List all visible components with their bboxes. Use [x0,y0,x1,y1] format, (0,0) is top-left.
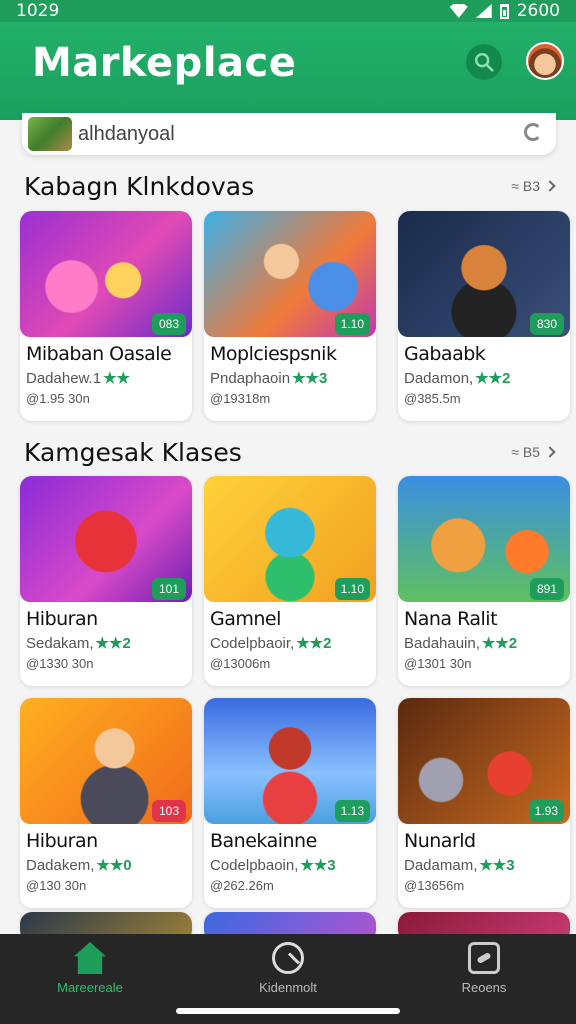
game-size: @13656m [404,878,465,893]
section-title: Kamgesak Klases [24,438,242,467]
game-size: @19318m [210,391,271,406]
game-publisher: Codelpbaoin, ★★3 [210,856,336,874]
game-card[interactable]: 083 Mibaban Oasale Dadahew.1 ★★ @1.95 30n [20,211,192,421]
game-title: Nunarld [404,830,476,852]
publisher-name: Dadamon, [404,370,474,387]
game-title: Nana Ralit [404,608,498,630]
games-icon [468,942,500,974]
game-card[interactable]: 1.13 Banekainne Codelpbaoin, ★★3 @262.26m [204,698,376,908]
section-see-all[interactable]: ≈ B5 [511,444,556,460]
game-publisher: Dadakem, ★★0 [26,856,132,874]
game-title: Banekainne [210,830,317,852]
game-title: Gabaabk [404,343,486,365]
signal-icon [475,4,492,18]
rating: ★★3 [479,857,515,874]
game-publisher: Badahauin, ★★2 [404,634,517,652]
game-size: @1.95 30n [26,391,90,406]
publisher-name: Codelpbaoir, [210,635,295,652]
publisher-name: Sedakam, [26,635,94,652]
game-title: Moplciespsnik [210,343,337,365]
nav-item-explore[interactable]: Kidenmolt [198,942,378,995]
chevron-right-icon [544,446,556,458]
price-badge: 1.10 [334,578,370,600]
game-publisher: Codelpbaoir, ★★2 [210,634,331,652]
price-badge: 830 [530,313,564,335]
rating: ★★2 [481,635,518,652]
price-badge: 891 [530,578,564,600]
battery-icon [499,3,509,19]
home-icon [74,942,106,974]
game-title: Hiburan [26,608,98,630]
game-publisher: Pndaphaoin ★★3 [210,369,327,387]
section-see-all[interactable]: ≈ B3 [511,178,556,194]
game-card[interactable]: 103 Hiburan Dadakem, ★★0 @130 30n [20,698,192,908]
rating: ★★2 [296,635,332,652]
status-clock: 2600 [516,1,560,21]
game-title: Gamnel [210,608,281,630]
game-size: @385.5m [404,391,461,406]
game-size: @1301 30n [404,656,472,671]
price-badge: 101 [152,578,186,600]
game-card[interactable]: 101 Hiburan Sedakam, ★★2 @1330 30n [20,476,192,686]
chevron-right-icon [544,180,556,192]
rating: ★★3 [292,370,328,387]
section-count: ≈ B3 [511,178,540,194]
page-title: Markeplace [32,40,297,86]
refresh-icon[interactable] [524,123,542,141]
game-publisher: Dadahew.1 ★★ [26,369,130,387]
rating: ★★2 [475,370,511,387]
game-card[interactable]: 1.10 Gamnel Codelpbaoir, ★★2 @13006m [204,476,376,686]
price-badge: 103 [152,800,186,822]
game-card[interactable]: 1.93 Nunarld Dadamam, ★★3 @13656m [398,698,570,908]
game-size: @13006m [210,656,271,671]
search-input[interactable]: alhdanyoal [22,113,556,155]
publisher-name: Pndaphaoin [210,370,291,387]
game-card[interactable]: 1.10 Moplciespsnik Pndaphaoin ★★3 @19318m [204,211,376,421]
game-publisher: Dadamam, ★★3 [404,856,515,874]
search-input-value: alhdanyoal [78,122,175,145]
avatar[interactable] [526,42,564,80]
search-thumbnail [28,117,72,151]
game-title: Mibaban Oasale [26,343,172,365]
search-button[interactable] [466,44,502,80]
app-bar: Markeplace [0,22,576,120]
publisher-name: Dadamam, [404,857,478,874]
game-card[interactable]: 830 Gabaabk Dadamon, ★★2 @385.5m [398,211,570,421]
rating: ★★ [103,370,130,387]
section-title: Kabagn Klnkdovas [24,172,255,201]
price-badge: 083 [152,313,186,335]
game-title: Hiburan [26,830,98,852]
rating: ★★2 [95,635,131,652]
game-publisher: Sedakam, ★★2 [26,634,131,652]
game-size: @1330 30n [26,656,94,671]
section-count: ≈ B5 [511,444,540,460]
home-indicator[interactable] [176,1008,400,1014]
publisher-name: Dadakem, [26,857,95,874]
nav-item-marketplace[interactable]: Mareereale [0,942,180,995]
publisher-name: Badahauin, [404,635,480,652]
game-size: @130 30n [26,878,87,893]
nav-label: Mareereale [57,980,123,995]
wifi-icon [449,4,468,18]
status-bar: 1029 2600 [0,0,576,22]
price-badge: 1.10 [334,313,370,335]
price-badge: 1.93 [528,800,564,822]
publisher-name: Dadahew.1 [26,370,102,387]
nav-label: Kidenmolt [259,980,317,995]
game-size: @262.26m [210,878,274,893]
nav-label: Reoens [461,980,507,995]
game-card[interactable]: 891 Nana Ralit Badahauin, ★★2 @1301 30n [398,476,570,686]
status-time: 1029 [16,1,60,21]
game-publisher: Dadamon, ★★2 [404,369,510,387]
search-icon [475,53,494,72]
publisher-name: Codelpbaoin, [210,857,299,874]
price-badge: 1.13 [334,800,370,822]
status-icons: 2600 [449,1,560,21]
explore-icon [272,942,304,974]
rating: ★★3 [300,857,336,874]
rating: ★★0 [96,857,132,874]
nav-item-games[interactable]: Reoens [394,942,574,995]
